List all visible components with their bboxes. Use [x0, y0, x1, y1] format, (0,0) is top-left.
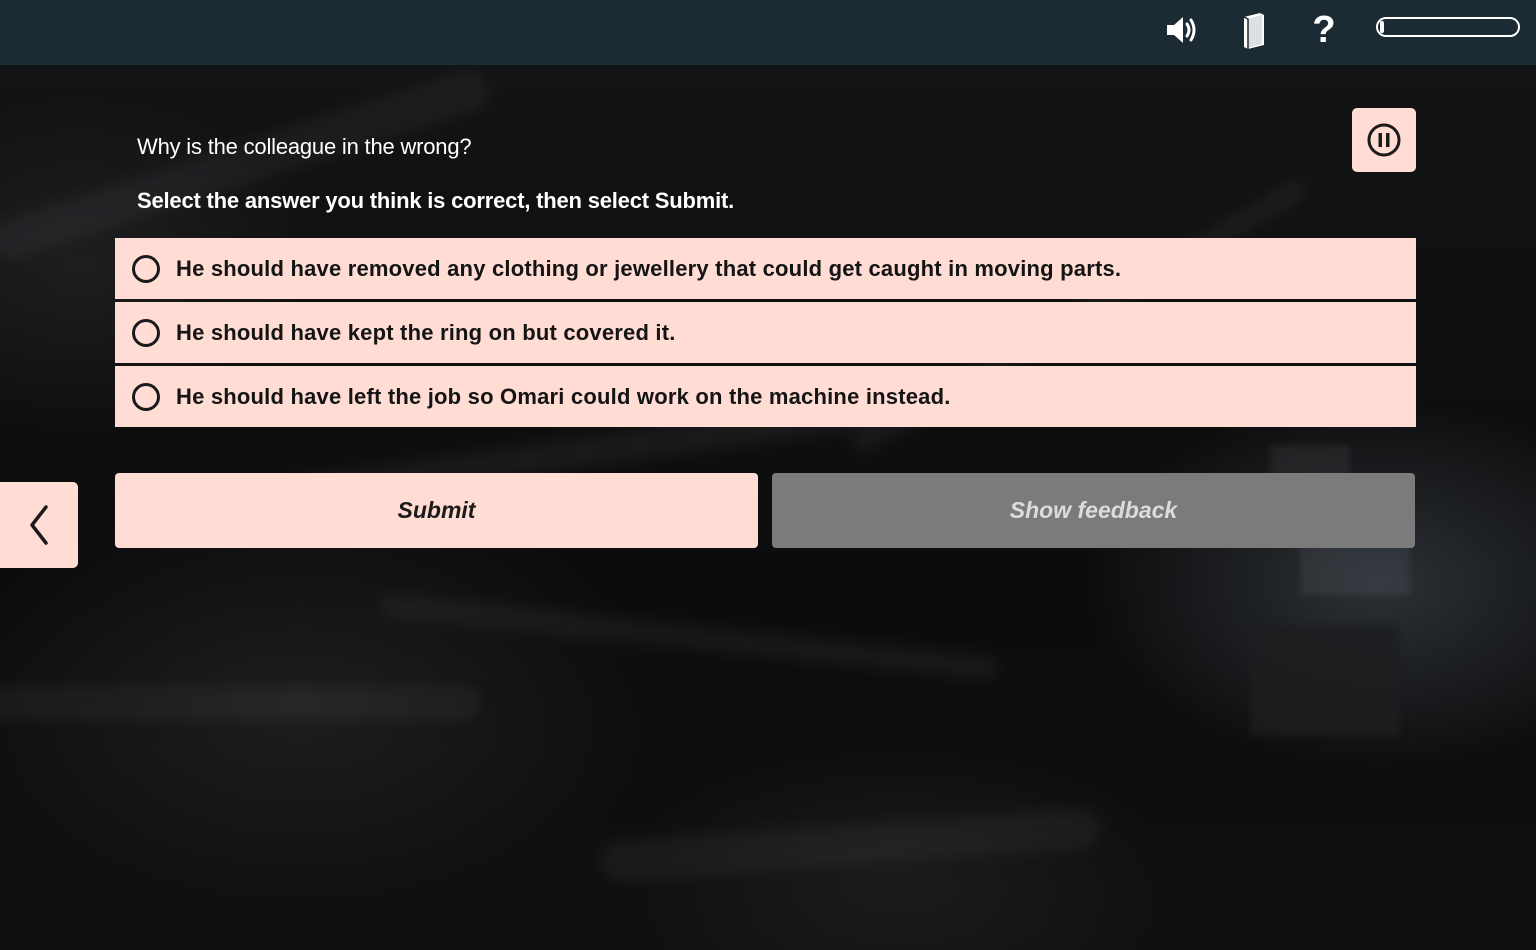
chevron-left-icon: [30, 505, 48, 545]
progress-fill: [1380, 21, 1384, 33]
answer-option-label: He should have kept the ring on but cove…: [176, 319, 676, 345]
question-prompt: Why is the colleague in the wrong?: [137, 134, 472, 159]
show-feedback-button[interactable]: Show feedback: [772, 473, 1415, 548]
radio-button[interactable]: [132, 318, 160, 347]
radio-button[interactable]: [132, 254, 160, 283]
back-button[interactable]: [0, 482, 78, 568]
top-bar: ?: [0, 0, 1536, 65]
book-icon[interactable]: [1232, 8, 1276, 52]
answer-option[interactable]: He should have kept the ring on but cove…: [115, 302, 1416, 363]
question-instruction: Select the answer you think is correct, …: [137, 188, 735, 213]
answer-option-label: He should have removed any clothing or j…: [176, 255, 1122, 281]
answer-option[interactable]: He should have removed any clothing or j…: [115, 238, 1416, 299]
speaker-icon[interactable]: [1160, 8, 1204, 52]
progress-bar: [1376, 17, 1520, 37]
radio-button[interactable]: [132, 382, 160, 411]
pause-button[interactable]: [1352, 108, 1416, 172]
pause-icon: [1367, 123, 1401, 157]
help-glyph: ?: [1312, 9, 1336, 51]
help-icon[interactable]: ?: [1302, 8, 1346, 52]
submit-button[interactable]: Submit: [115, 473, 758, 548]
answer-options: He should have removed any clothing or j…: [115, 238, 1416, 430]
answer-option-label: He should have left the job so Omari cou…: [176, 383, 951, 409]
answer-option[interactable]: He should have left the job so Omari cou…: [115, 366, 1416, 427]
